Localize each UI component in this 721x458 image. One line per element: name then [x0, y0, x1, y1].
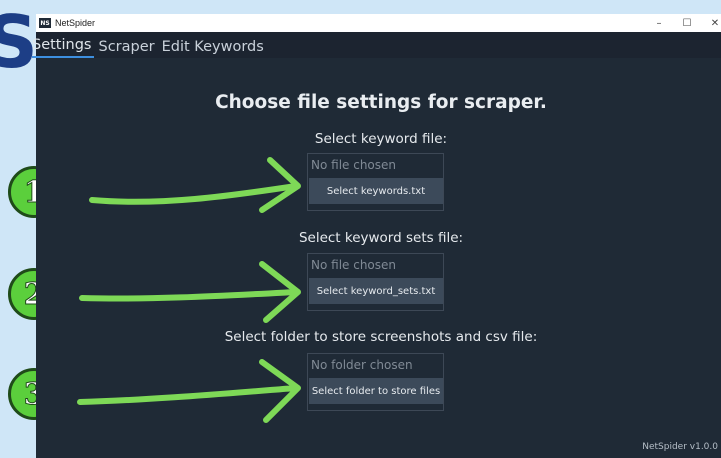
tab-edit-keywords[interactable]: Edit Keywords: [162, 39, 267, 58]
output-folder-picker: No folder chosen Select folder to store …: [307, 353, 444, 411]
keyword-file-picker: No file chosen Select keywords.txt: [307, 153, 444, 211]
keyword-sets-file-picker: No file chosen Select keyword_sets.txt: [307, 253, 444, 311]
select-output-folder-button[interactable]: Select folder to store files: [309, 378, 443, 404]
tab-scraper[interactable]: Scraper: [98, 39, 157, 58]
keyword-sets-file-label: Select keyword sets file:: [298, 230, 464, 246]
select-keywords-button[interactable]: Select keywords.txt: [309, 178, 443, 204]
output-folder-status: No folder chosen: [311, 358, 413, 372]
maximize-button[interactable]: ☐: [673, 14, 701, 32]
page-title: Choose file settings for scraper.: [215, 92, 547, 113]
tab-settings[interactable]: Settings: [32, 37, 95, 58]
keyword-file-status: No file chosen: [311, 158, 397, 172]
app-window: NS NetSpider – ☐ ✕ Settings Scraper Edit…: [32, 14, 721, 458]
keyword-sets-file-status: No file chosen: [311, 258, 397, 272]
output-folder-label: Select folder to store screenshots and c…: [224, 329, 538, 345]
minimize-button[interactable]: –: [645, 14, 673, 32]
keyword-file-label: Select keyword file:: [314, 131, 448, 147]
window-title: NetSpider: [55, 18, 96, 28]
version-label: NetSpider v1.0.0: [642, 442, 718, 452]
tab-bar: Settings Scraper Edit Keywords: [32, 32, 721, 58]
close-button[interactable]: ✕: [701, 14, 721, 32]
title-bar[interactable]: NS NetSpider – ☐ ✕: [36, 14, 721, 32]
app-logo-icon: NS: [39, 18, 51, 28]
select-keyword-sets-button[interactable]: Select keyword_sets.txt: [309, 278, 443, 304]
